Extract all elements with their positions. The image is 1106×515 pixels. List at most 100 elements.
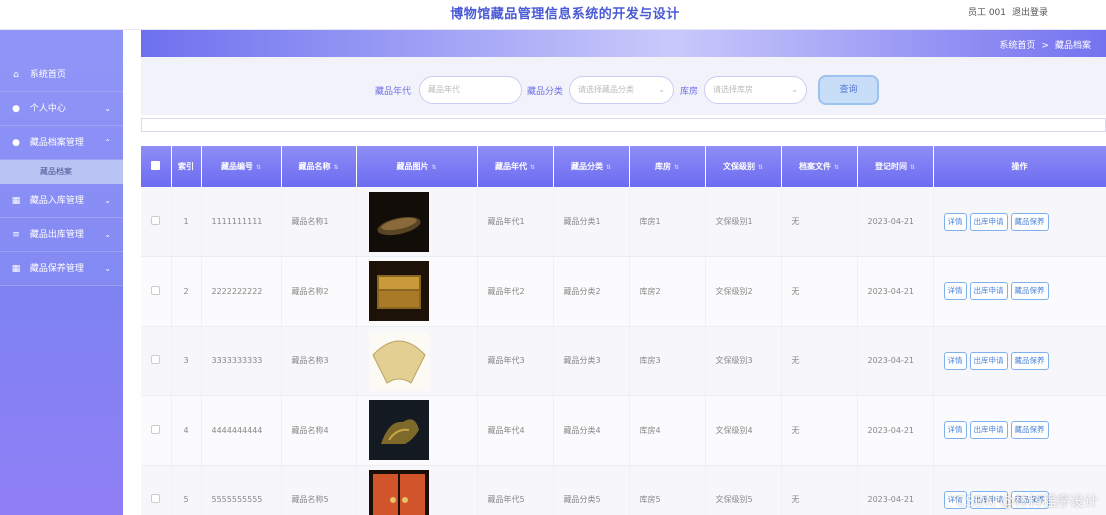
sidebar-item-archive-management[interactable]: ● 藏品档案管理 ⌃ [0, 126, 123, 160]
sort-icon: ⇅ [909, 164, 916, 171]
header-image[interactable]: 藏品图片 ⇅ [356, 146, 478, 187]
maintain-button[interactable]: 藏品保养 [1010, 212, 1049, 231]
chevron-up-icon: ⌃ [104, 138, 111, 147]
cell-warehouse: 库房3 [629, 326, 706, 396]
maintain-button[interactable]: 藏品保养 [1010, 282, 1049, 301]
grid-icon: ▦ [11, 264, 21, 274]
cell-era: 藏品年代5 [477, 465, 554, 515]
cell-level: 文保级别5 [705, 465, 782, 515]
header-index: 索引 [171, 146, 202, 187]
sidebar-item-maintenance-management[interactable]: ▦ 藏品保养管理 ⌄ [0, 252, 123, 286]
row-checkbox[interactable] [151, 355, 161, 365]
cell-file: 无 [781, 395, 858, 466]
sidebar-top-spacer [0, 30, 123, 58]
cell-actions: 详情 出库申请 藏品保养 [933, 326, 1106, 396]
row-select-cell[interactable] [141, 326, 172, 396]
cell-level: 文保级别1 [705, 187, 782, 257]
header-level[interactable]: 文保级别 ⇅ [705, 146, 782, 187]
detail-button[interactable]: 详情 [943, 282, 967, 301]
outbound-request-button[interactable]: 出库申请 [969, 351, 1008, 370]
row-checkbox[interactable] [151, 285, 161, 295]
detail-button[interactable]: 详情 [943, 421, 967, 440]
outbound-request-button[interactable]: 出库申请 [969, 212, 1008, 231]
cell-actions: 详情 出库申请 藏品保养 [933, 256, 1106, 327]
header-file[interactable]: 档案文件 ⇅ [781, 146, 858, 187]
row-checkbox[interactable] [151, 424, 161, 434]
table-row: 3 3333333333 藏品名称3 藏品年代3 藏品分类3 库房3 文保级别3… [141, 326, 1106, 396]
breadcrumb-current: 藏品档案 [1054, 41, 1091, 51]
artifact-image[interactable] [368, 469, 429, 515]
cell-index: 3 [171, 326, 202, 396]
cell-level: 文保级别3 [705, 326, 782, 396]
row-checkbox[interactable] [151, 494, 161, 504]
artifact-image[interactable] [368, 191, 429, 252]
sidebar-item-label: 藏品保养管理 [29, 264, 84, 274]
cell-name: 藏品名称1 [281, 187, 357, 257]
row-select-cell[interactable] [141, 395, 172, 466]
sidebar-item-home[interactable]: ⌂ 系统首页 [0, 58, 123, 92]
cell-file: 无 [781, 326, 858, 396]
era-input[interactable]: 藏品年代 [419, 76, 522, 104]
outbound-request-button[interactable]: 出库申请 [969, 421, 1008, 440]
sidebar-subitem-archive[interactable]: 藏品档案 [0, 160, 123, 184]
artifact-image[interactable] [368, 330, 429, 391]
cell-level: 文保级别4 [705, 395, 782, 466]
watermark: CSDN @林科程序设计 [955, 494, 1098, 510]
cell-code: 4444444444 [201, 395, 282, 466]
category-select[interactable]: 请选择藏品分类 ⌄ [569, 76, 674, 104]
cell-date: 2023-04-21 [857, 256, 934, 327]
app-title: 博物馆藏品管理信息系统的开发与设计 [450, 7, 680, 22]
row-select-cell[interactable] [141, 465, 172, 515]
artifact-image[interactable] [368, 400, 429, 461]
query-button[interactable]: 查询 [818, 75, 879, 105]
header-label: 藏品分类 [570, 162, 603, 171]
select-all-header[interactable] [141, 146, 172, 187]
sidebar-item-outbound-management[interactable]: ≡ 藏品出库管理 ⌄ [0, 218, 123, 252]
row-select-cell[interactable] [141, 187, 172, 257]
cell-index: 2 [171, 256, 202, 327]
breadcrumb: 系统首页 > 藏品档案 [996, 38, 1094, 51]
logout-link[interactable]: 退出登录 [1012, 5, 1048, 18]
sidebar-item-personal-center[interactable]: ● 个人中心 ⌄ [0, 92, 123, 126]
artifact-image[interactable] [368, 261, 429, 322]
user-name: 员工 001 [967, 8, 1006, 18]
era-label: 藏品年代 [375, 87, 412, 97]
cell-image [356, 465, 478, 515]
sort-icon: ⇅ [529, 164, 536, 171]
header-warehouse[interactable]: 库房 ⇅ [629, 146, 706, 187]
warehouse-placeholder: 请选择库房 [713, 85, 753, 94]
row-select-cell[interactable] [141, 256, 172, 327]
category-label: 藏品分类 [527, 87, 564, 97]
sort-icon: ⇅ [833, 164, 840, 171]
sidebar: ⌂ 系统首页 ● 个人中心 ⌄ ● 藏品档案管理 ⌃ 藏品档案 ▦ 藏品入库管理… [0, 30, 123, 515]
header-date[interactable]: 登记时间 ⇅ [857, 146, 934, 187]
cell-file: 无 [781, 256, 858, 327]
header-label: 库房 [654, 162, 671, 171]
header-code[interactable]: 藏品编号 ⇅ [201, 146, 282, 187]
sort-icon: ⇅ [255, 164, 262, 171]
chevron-down-icon: ⌄ [104, 104, 111, 113]
row-checkbox[interactable] [151, 216, 161, 225]
cell-image [356, 326, 478, 396]
detail-button[interactable]: 详情 [943, 351, 967, 370]
sort-icon: ⇅ [333, 164, 339, 171]
select-all-checkbox[interactable] [151, 161, 161, 170]
sort-icon: ⇅ [673, 164, 680, 171]
chevron-down-icon: ⌄ [104, 230, 111, 239]
header-category[interactable]: 藏品分类 ⇅ [553, 146, 630, 187]
toolbar-strip [141, 118, 1106, 132]
detail-button[interactable]: 详情 [943, 212, 967, 231]
warehouse-select[interactable]: 请选择库房 ⌄ [704, 76, 807, 104]
cell-image [356, 256, 478, 327]
data-table: 索引 藏品编号 ⇅ 藏品名称 ⇅ 藏品图片 ⇅ 藏品年代 ⇅ 藏品分类 ⇅ 库房 ⇅ 文保级… [141, 146, 1106, 515]
maintain-button[interactable]: 藏品保养 [1010, 351, 1049, 370]
sidebar-item-label: 藏品出库管理 [29, 230, 84, 240]
maintain-button[interactable]: 藏品保养 [1010, 421, 1049, 440]
header-era[interactable]: 藏品年代 ⇅ [477, 146, 554, 187]
sidebar-item-inbound-management[interactable]: ▦ 藏品入库管理 ⌄ [0, 184, 123, 218]
breadcrumb-home[interactable]: 系统首页 [999, 41, 1035, 51]
cell-name: 藏品名称3 [281, 326, 357, 396]
cell-date: 2023-04-21 [857, 395, 934, 466]
header-name[interactable]: 藏品名称 ⇅ [281, 146, 357, 187]
outbound-request-button[interactable]: 出库申请 [969, 282, 1008, 301]
